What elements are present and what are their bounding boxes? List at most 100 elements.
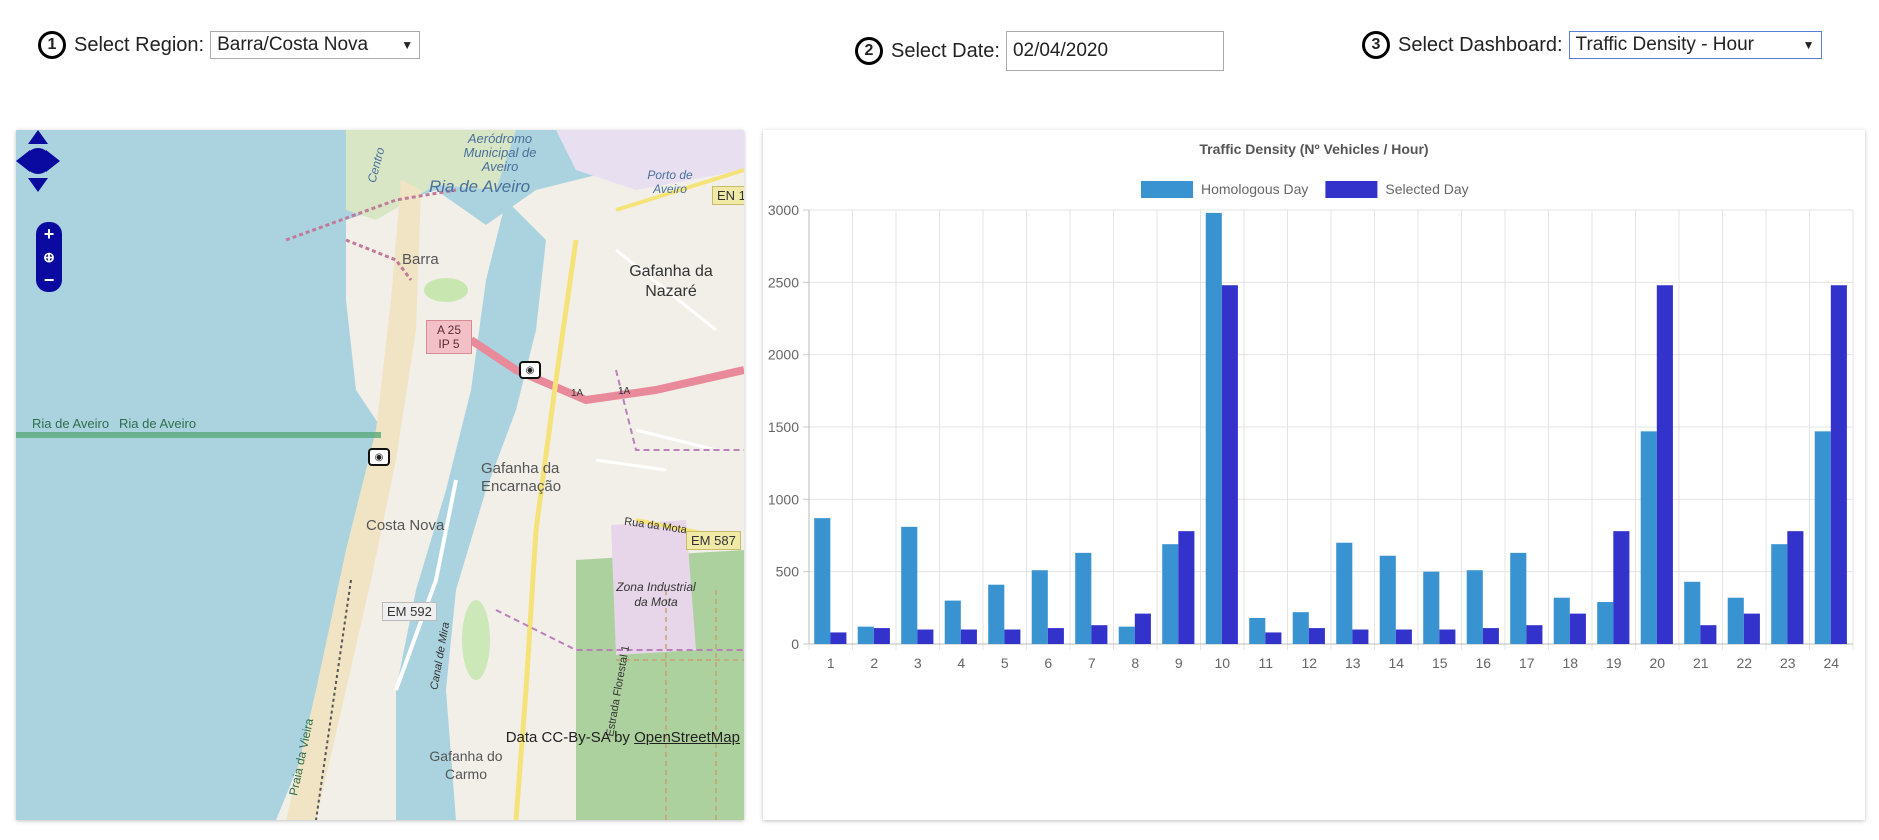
map-label-1a-2: 1A <box>618 386 631 397</box>
y-tick-label: 1000 <box>768 491 799 507</box>
legend-swatch <box>1141 181 1193 198</box>
camera-marker-icon[interactable]: ◉ <box>519 361 541 379</box>
road-shield-em592: EM 592 <box>382 602 437 621</box>
bar-selected <box>1656 285 1673 644</box>
chart-panel: Traffic Density (Nº Vehicles / Hour) Homo… <box>763 130 1865 820</box>
y-tick-label: 500 <box>776 564 800 580</box>
y-tick-label: 2500 <box>768 274 799 290</box>
bar-homologous <box>1031 570 1048 644</box>
x-tick-label: 12 <box>1301 655 1317 671</box>
bar-homologous <box>1075 552 1092 644</box>
bar-homologous <box>1162 544 1179 644</box>
globe-icon[interactable]: ⊕ <box>39 247 59 267</box>
dashboard-selector: 3 Select Dashboard: Traffic Density - Ho… <box>1362 31 1822 59</box>
dashboard-select[interactable]: Traffic Density - Hour ▼ <box>1568 31 1822 59</box>
step-number-badge: 2 <box>855 37 883 65</box>
legend-swatch <box>1325 181 1378 198</box>
x-tick-label: 16 <box>1475 655 1491 671</box>
map-panel[interactable]: Aeródromo Municipal de Aveiro Ria de Ave… <box>16 130 744 820</box>
x-tick-label: 22 <box>1736 655 1752 671</box>
x-tick-label: 19 <box>1606 655 1622 671</box>
bar-selected <box>1265 632 1282 644</box>
bar-homologous <box>1640 431 1657 644</box>
bar-selected <box>1526 625 1543 644</box>
a25-line1: A 25 <box>436 323 462 337</box>
map-label-porto: Porto de Aveiro <box>647 168 693 196</box>
x-tick-label: 23 <box>1780 655 1796 671</box>
x-tick-label: 17 <box>1519 655 1535 671</box>
x-tick-label: 4 <box>957 655 965 671</box>
bar-selected <box>1482 628 1499 644</box>
map-label-1a: 1A <box>571 388 584 399</box>
bar-selected <box>1178 531 1195 644</box>
bar-homologous <box>1466 570 1483 644</box>
bar-homologous <box>1292 612 1309 644</box>
x-tick-label: 21 <box>1693 655 1709 671</box>
x-tick-label: 5 <box>1001 655 1009 671</box>
bar-selected <box>1830 285 1847 644</box>
pan-control-icon[interactable] <box>16 130 60 192</box>
bar-selected <box>1613 531 1630 644</box>
road-shield-a25: A 25 IP 5 <box>426 320 472 354</box>
zoom-out-button[interactable]: − <box>39 270 59 290</box>
bar-homologous <box>988 584 1005 644</box>
region-selector: 1 Select Region: Barra/Costa Nova ▼ <box>38 31 421 59</box>
bar-homologous <box>1379 555 1396 644</box>
y-tick-label: 3000 <box>768 202 799 218</box>
map-background <box>16 130 744 820</box>
x-tick-label: 1 <box>827 655 835 671</box>
x-tick-label: 6 <box>1044 655 1052 671</box>
bar-selected <box>1004 629 1021 644</box>
step-number-badge: 3 <box>1362 31 1390 59</box>
x-tick-label: 11 <box>1258 655 1273 671</box>
map-label-barra: Barra <box>402 251 439 268</box>
bar-homologous <box>1118 626 1135 644</box>
road-shield-en: EN 1 <box>712 186 744 205</box>
bar-homologous <box>1423 571 1440 644</box>
map-label-gafanha-carmo: Gafanha do Carmo <box>429 748 503 782</box>
x-tick-label: 18 <box>1562 655 1578 671</box>
bar-selected <box>1700 625 1717 644</box>
region-select-value: Barra/Costa Nova <box>217 34 369 55</box>
step-number-badge: 1 <box>38 31 66 59</box>
map-label-zona-industrial: Zona Industrial da Mota <box>616 580 696 609</box>
dashboard-label: Select Dashboard: <box>1398 33 1563 56</box>
region-label: Select Region: <box>74 33 205 56</box>
chart-title: Traffic Density (Nº Vehicles / Hour) <box>1199 141 1428 157</box>
map-label-gafanha-nazare: Gafanha da Nazaré <box>629 263 713 300</box>
bar-selected <box>1787 531 1804 644</box>
y-tick-label: 1500 <box>768 419 799 435</box>
bar-homologous <box>944 600 961 644</box>
x-tick-label: 7 <box>1088 655 1096 671</box>
bar-homologous <box>857 626 874 644</box>
bar-homologous <box>1510 552 1527 644</box>
zoom-in-button[interactable]: + <box>39 224 59 244</box>
bar-selected <box>1091 625 1108 644</box>
region-select[interactable]: Barra/Costa Nova ▼ <box>210 31 421 59</box>
x-tick-label: 24 <box>1823 655 1839 671</box>
camera-marker-icon[interactable]: ◉ <box>368 448 390 466</box>
bar-homologous <box>1553 597 1570 644</box>
x-tick-label: 20 <box>1649 655 1665 671</box>
bar-selected <box>1221 285 1238 644</box>
bar-selected <box>1134 613 1151 644</box>
bar-selected <box>1047 628 1064 644</box>
bar-homologous <box>814 518 831 644</box>
x-tick-label: 3 <box>914 655 922 671</box>
bar-homologous <box>1205 212 1222 644</box>
bar-homologous <box>1684 581 1701 644</box>
map-label-ria-top: Ria de Aveiro <box>429 177 531 196</box>
map-label-aerodromo: Aeródromo Municipal de Aveiro <box>463 131 537 174</box>
bar-homologous <box>1727 597 1744 644</box>
zoom-control: + ⊕ − <box>36 222 62 292</box>
bar-homologous <box>901 526 918 644</box>
bar-selected <box>917 629 934 644</box>
date-label: Select Date: <box>891 39 1000 62</box>
x-tick-label: 9 <box>1175 655 1183 671</box>
map-label-costa-nova: Costa Nova <box>366 517 445 534</box>
x-tick-label: 14 <box>1388 655 1404 671</box>
date-input[interactable]: 02/04/2020 <box>1005 31 1224 71</box>
bar-selected <box>1308 628 1325 644</box>
y-tick-label: 2000 <box>768 347 799 363</box>
openstreetmap-link[interactable]: OpenStreetMap <box>634 729 740 746</box>
